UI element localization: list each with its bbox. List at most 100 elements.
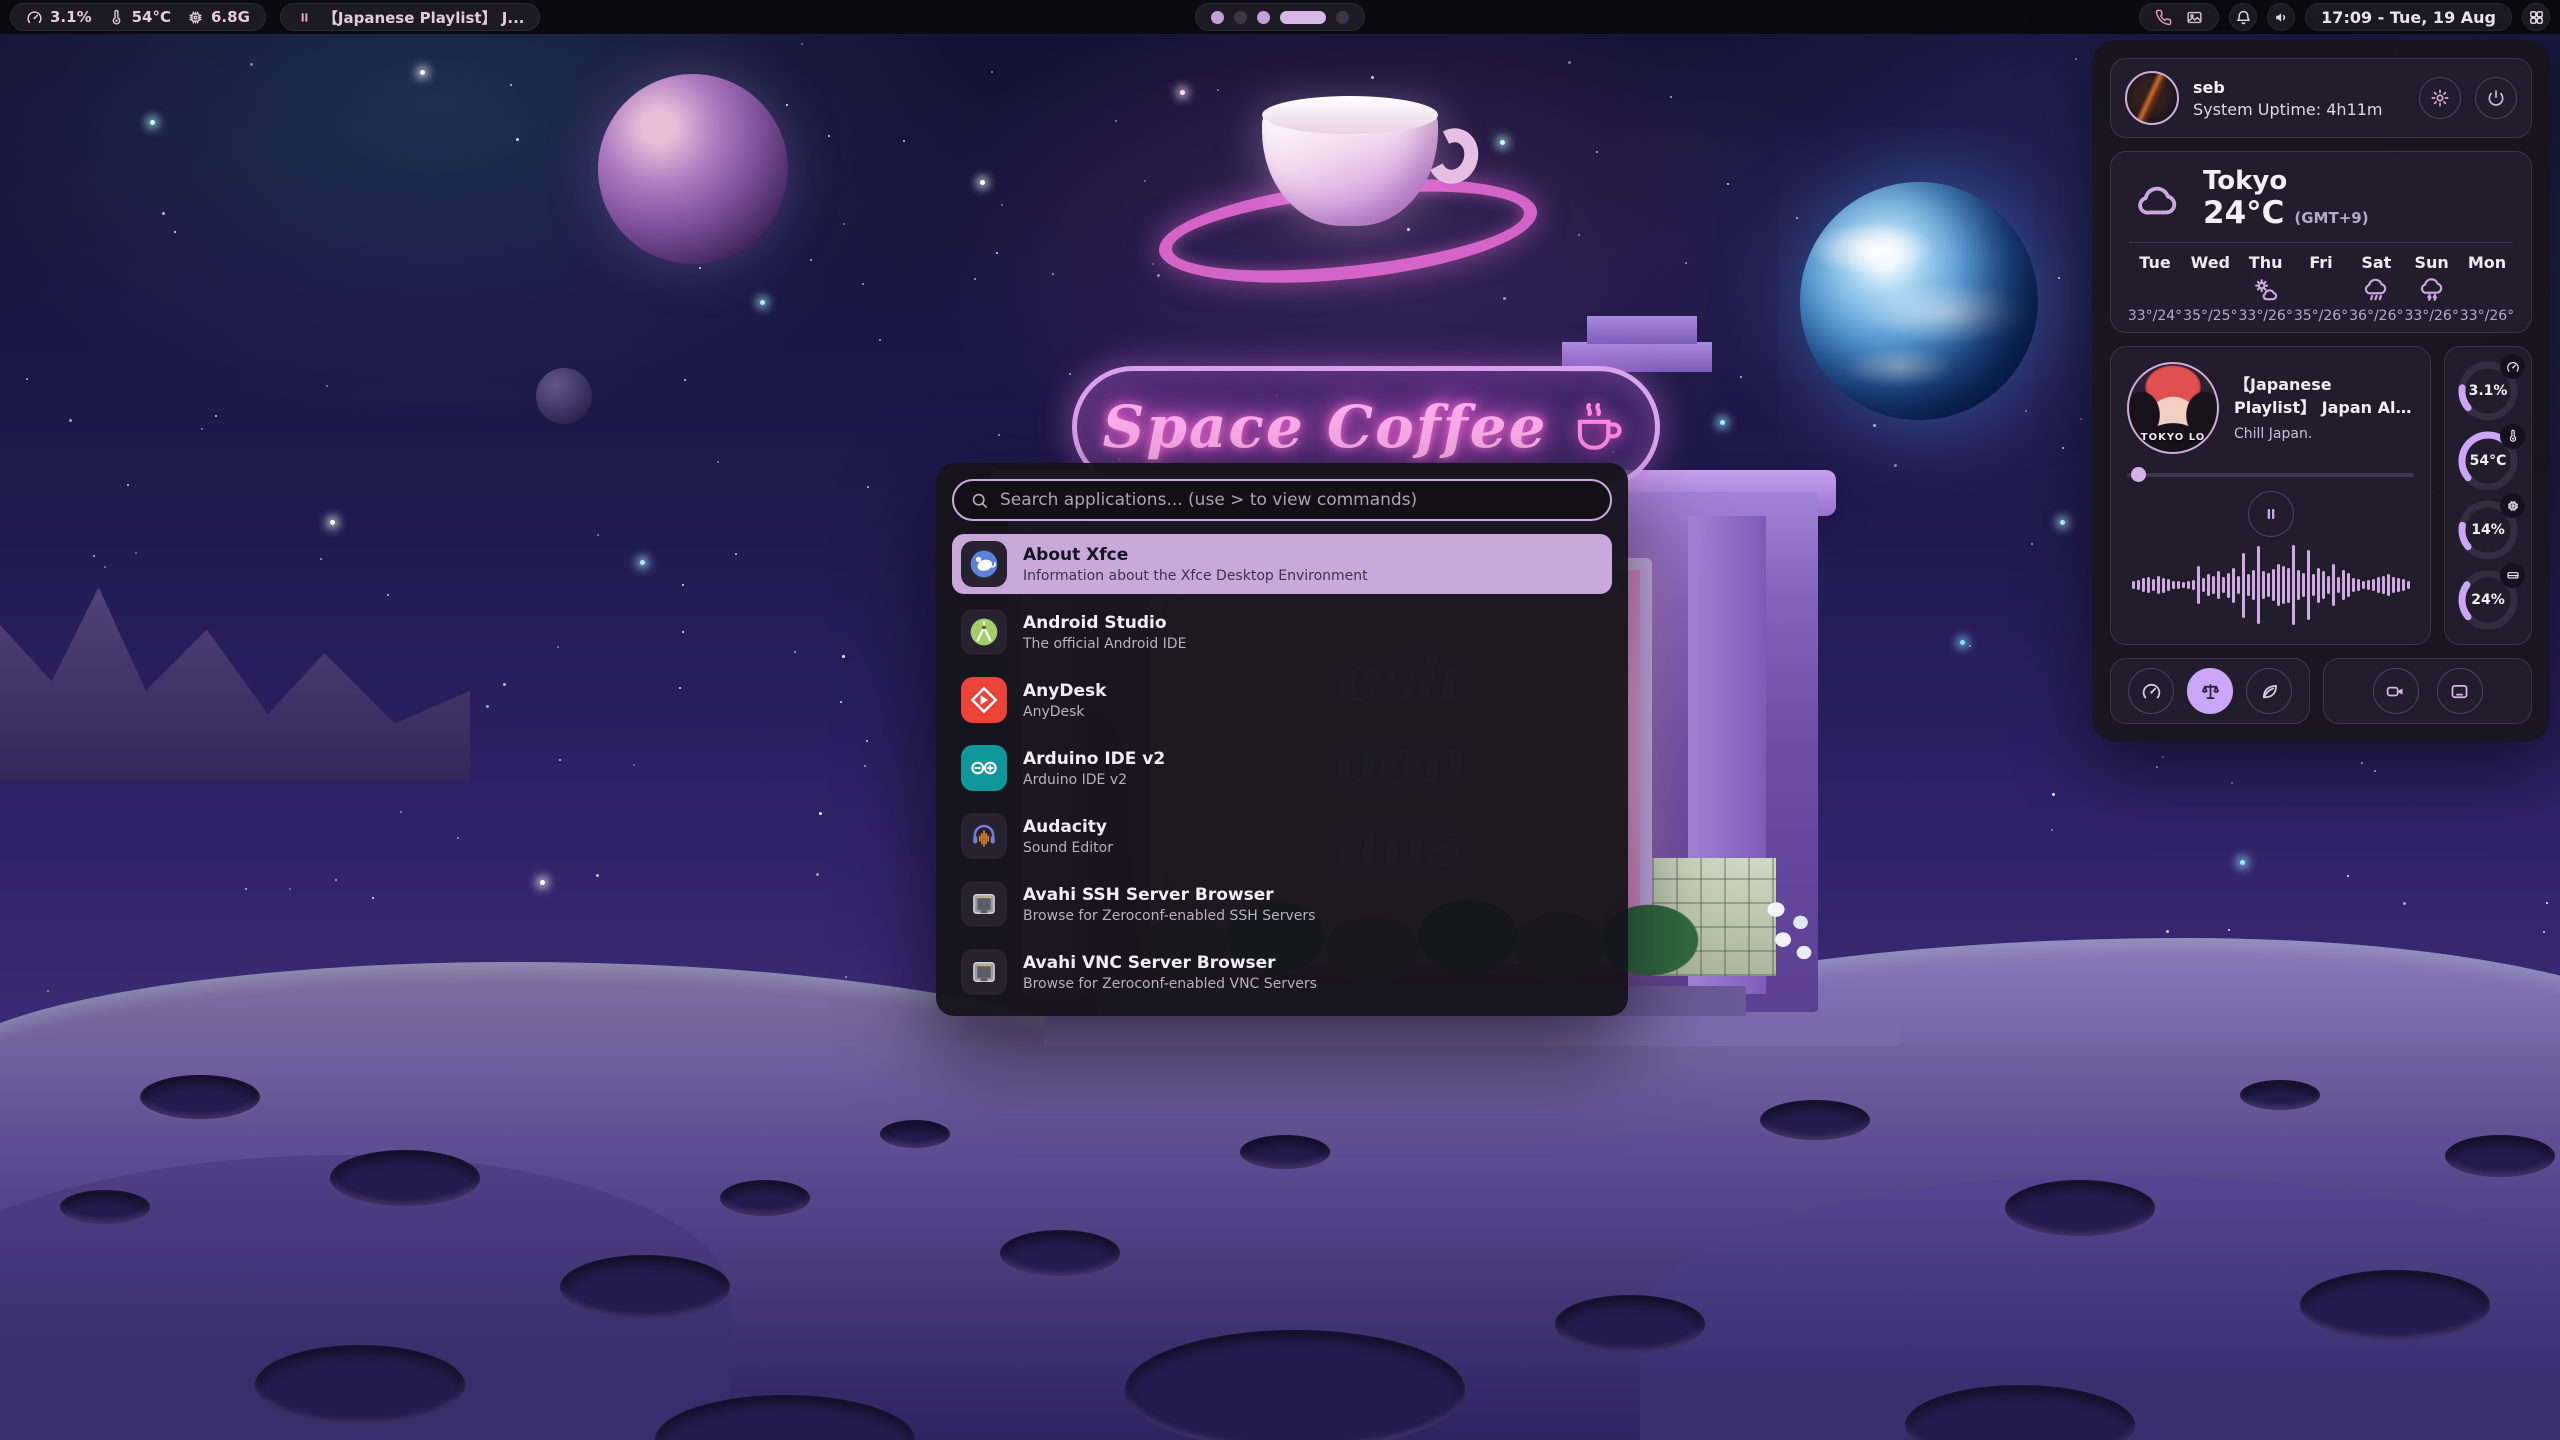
- app-launcher: About XfceInformation about the Xfce Des…: [936, 463, 1628, 1016]
- system-gauge: 54°C: [2454, 427, 2522, 495]
- video-camera-button[interactable]: [2373, 668, 2419, 714]
- volume-button[interactable]: [2267, 3, 2295, 31]
- app-text: Avahi VNC Server BrowserBrowse for Zeroc…: [1023, 952, 1317, 992]
- forecast-temps: 33°/26°: [2460, 308, 2514, 324]
- forecast-day-label: Wed: [2191, 253, 2230, 272]
- forecast-temps: 35°/25°: [2183, 308, 2237, 324]
- app-name: AnyDesk: [1023, 680, 1106, 702]
- app-description: Arduino IDE v2: [1023, 772, 1165, 788]
- thermometer-icon: [108, 9, 125, 26]
- partly-sunny-icon: [2251, 277, 2281, 303]
- app-row[interactable]: Avahi VNC Server BrowserBrowse for Zeroc…: [952, 942, 1612, 1002]
- visualizer-bar: [2387, 574, 2390, 595]
- bell-icon: [2235, 9, 2252, 26]
- visualizer-bar: [2282, 566, 2285, 604]
- visualizer-bar: [2362, 581, 2365, 590]
- visualizer-bar: [2277, 564, 2280, 605]
- visualizer-bar: [2302, 573, 2305, 597]
- settings-button[interactable]: [2419, 77, 2461, 119]
- app-row[interactable]: Android StudioThe official Android IDE: [952, 602, 1612, 662]
- visualizer-bar: [2332, 564, 2335, 605]
- visualizer-bar: [2327, 576, 2330, 595]
- chip-icon: [187, 9, 204, 26]
- scales-icon: [2200, 681, 2221, 702]
- phone-icon[interactable]: [2155, 9, 2172, 26]
- power-profile-speedometer-button[interactable]: [2128, 668, 2174, 714]
- system-gauges-card: 3.1%54°C14%24%: [2444, 346, 2532, 645]
- power-profile-scales-button[interactable]: [2187, 668, 2233, 714]
- visualizer-bar: [2397, 578, 2400, 592]
- speedometer-icon: [2500, 354, 2525, 379]
- app-text: Arduino IDE v2Arduino IDE v2: [1023, 748, 1165, 788]
- system-stats-chip[interactable]: 3.1%54°C6.8G: [10, 3, 266, 31]
- visualizer-bar: [2132, 581, 2135, 589]
- system-gauge: 3.1%: [2454, 357, 2522, 425]
- now-playing-label: 【Japanese Playlist】 J...: [323, 7, 525, 28]
- audio-visualizer: [2127, 541, 2414, 629]
- overview-button[interactable]: [2522, 3, 2550, 31]
- app-row[interactable]: Avahi SSH Server BrowserBrowse for Zeroc…: [952, 874, 1612, 934]
- forecast-day-label: Fri: [2309, 253, 2332, 272]
- workspace-indicator: [1195, 3, 1365, 31]
- visualizer-bar: [2402, 579, 2405, 590]
- system-gauge: 14%: [2454, 496, 2522, 564]
- now-playing-chip[interactable]: 【Japanese Playlist】 J...: [280, 3, 541, 31]
- workspace-dot-occupied[interactable]: [1257, 11, 1270, 24]
- album-art[interactable]: TOKYO LO: [2127, 362, 2219, 454]
- app-description: AnyDesk: [1023, 704, 1106, 720]
- speedometer-icon: [26, 9, 43, 26]
- visualizer-bar: [2177, 581, 2180, 589]
- notifications-button[interactable]: [2229, 3, 2257, 31]
- cloudy-icon: [2472, 277, 2502, 303]
- visualizer-bar: [2137, 580, 2140, 590]
- weather-city: Tokyo: [2203, 168, 2369, 195]
- visualizer-bar: [2182, 582, 2185, 588]
- visualizer-bar: [2292, 545, 2295, 625]
- screenshot-icon: [2449, 681, 2470, 702]
- desktop: eshoonans Space Coffee 3.1%54°C6.8G 【Jap…: [0, 0, 2560, 1440]
- tray-chip[interactable]: [2139, 3, 2219, 31]
- user-meta: seb System Uptime: 4h11m: [2193, 78, 2405, 119]
- image-icon[interactable]: [2186, 9, 2203, 26]
- workspace-dot-empty[interactable]: [1234, 11, 1247, 24]
- app-grid-icon: [2528, 9, 2545, 26]
- seek-bar[interactable]: [2127, 467, 2414, 482]
- rain-icon: [2361, 277, 2391, 303]
- visualizer-bar: [2142, 578, 2145, 592]
- visualizer-bar: [2322, 571, 2325, 599]
- app-row[interactable]: About XfceInformation about the Xfce Des…: [952, 534, 1612, 594]
- system-stat: 3.1%: [26, 8, 92, 26]
- power-profile-leaf-button[interactable]: [2246, 668, 2292, 714]
- app-row[interactable]: Arduino IDE v2Arduino IDE v2: [952, 738, 1612, 798]
- power-button[interactable]: [2475, 77, 2517, 119]
- visualizer-bar: [2172, 581, 2175, 590]
- visualizer-bar: [2262, 571, 2265, 599]
- app-row[interactable]: AnyDesk AnyDesk: [952, 670, 1612, 730]
- visualizer-bar: [2157, 576, 2160, 594]
- app-name: Audacity: [1023, 816, 1113, 838]
- visualizer-bar: [2407, 581, 2410, 590]
- play-pause-button[interactable]: [2248, 491, 2294, 537]
- visualizer-bar: [2167, 579, 2170, 590]
- clock-label: 17:09 - Tue, 19 Aug: [2321, 8, 2496, 27]
- screenshot-button[interactable]: [2437, 668, 2483, 714]
- avatar[interactable]: [2125, 71, 2179, 125]
- visualizer-bar: [2382, 576, 2385, 595]
- system-stat: 54°C: [108, 8, 171, 26]
- search-bar[interactable]: [952, 479, 1612, 521]
- visualizer-bar: [2287, 568, 2290, 603]
- workspace-dot-occupied[interactable]: [1211, 11, 1224, 24]
- workspace-dot-active[interactable]: [1280, 11, 1326, 24]
- seek-thumb[interactable]: [2131, 467, 2146, 482]
- weather-card: Tokyo 24°C (GMT+9) Tue33°/24°Wed35°/25°T…: [2110, 151, 2532, 333]
- clock[interactable]: 17:09 - Tue, 19 Aug: [2305, 3, 2512, 31]
- pause-icon: [296, 9, 313, 26]
- cloudy-icon: [2140, 277, 2170, 303]
- speedometer-icon: [2141, 681, 2162, 702]
- search-input[interactable]: [1000, 490, 1594, 510]
- app-row[interactable]: AudacitySound Editor: [952, 806, 1612, 866]
- track-artist: Chill Japan.: [2234, 426, 2414, 442]
- workspace-dot-empty[interactable]: [1336, 11, 1349, 24]
- disk-icon: [2500, 563, 2525, 588]
- forecast-day: Wed 35°/25°: [2184, 253, 2236, 324]
